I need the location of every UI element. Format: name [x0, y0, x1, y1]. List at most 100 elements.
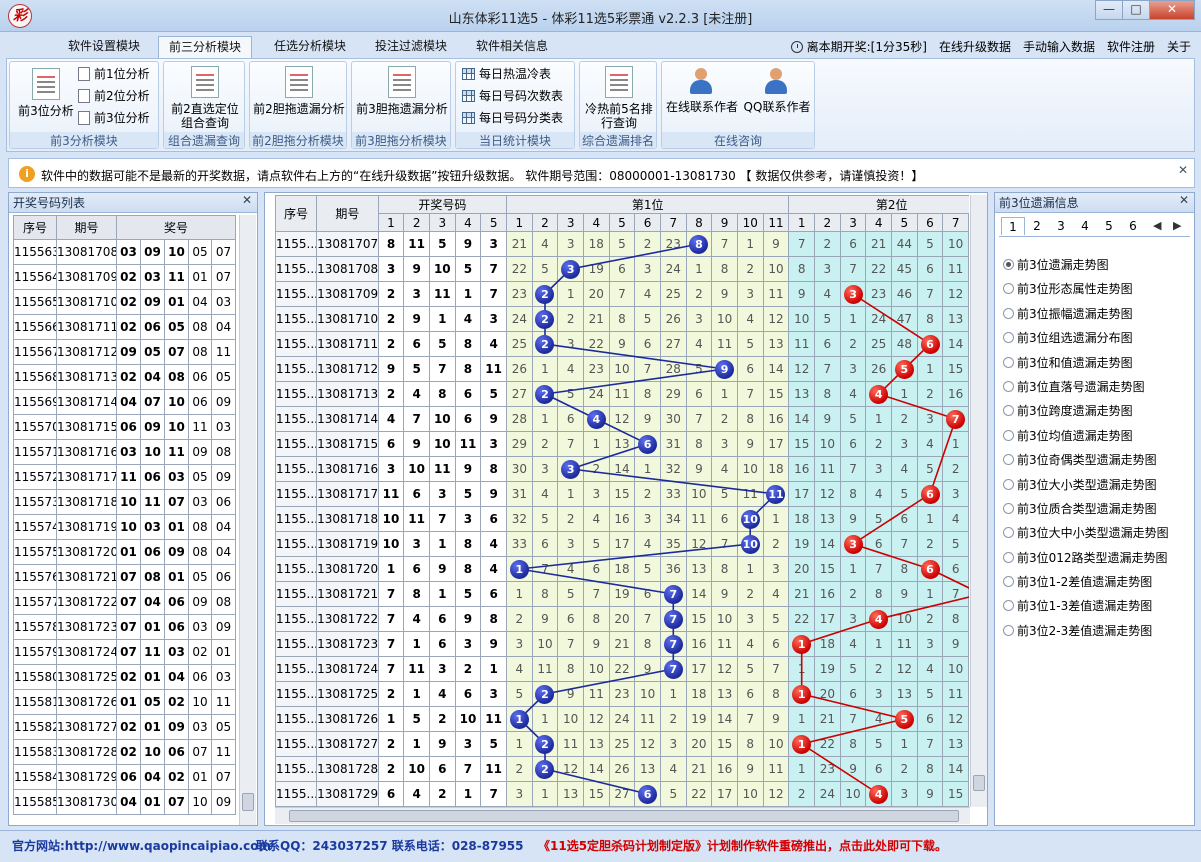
promo-link[interactable]: 《11选5定胆杀码计划制定版》计划制作软件重磅推出，点击此处即可下载。	[538, 837, 947, 854]
table-row[interactable]: 115582 13081727 02 01 09 03 05	[13, 714, 237, 740]
trend-row[interactable]: 1155... 13081707 8 11 5 9 3 21 4 3 18 5 2 23 8 7 1 9 7 2 6 21…	[275, 231, 969, 257]
trend-row[interactable]: 1155... 13081717 11 6 3 5 9 31 4 1 3 15 2 33 10 5 11 11 17…	[275, 481, 969, 507]
daily-hot-cold-button[interactable]: 每日热温冷表	[462, 64, 551, 84]
tab-software-settings[interactable]: 软件设置模块	[58, 36, 150, 58]
omission-chart-option[interactable]: 前3位质合类型遗漏走势图	[1003, 497, 1169, 521]
table-row[interactable]: 115571 13081716 03 10 11 09 08	[13, 439, 237, 465]
manual-input-link[interactable]: 手动输入数据	[1023, 38, 1095, 55]
omission-tab-1[interactable]: 1	[1001, 217, 1025, 235]
notice-close-icon[interactable]: ✕	[1178, 163, 1188, 177]
radio-icon[interactable]	[1003, 624, 1014, 636]
radio-icon[interactable]	[1003, 380, 1014, 392]
radio-icon[interactable]	[1003, 478, 1014, 490]
omission-chart-option[interactable]: 前3位2-3差值遗漏走势图	[1003, 619, 1169, 643]
tab-scroll-right-icon[interactable]: ▶	[1173, 219, 1181, 232]
trend-row[interactable]: 1155... 13081711 2 6 5 8 4 25 2 3 22 9 6 27 4 11 5 13 11 6 2…	[275, 331, 969, 357]
table-row[interactable]: 115565 13081710 02 09 01 04 03	[13, 289, 237, 315]
trend-row[interactable]: 1155... 13081723 7 1 6 3 9 3 10 7 9 21 8 7 16 11 4 6 1 18 4 1…	[275, 631, 969, 657]
trend-row[interactable]: 1155... 13081709 2 3 11 1 7 23 2 1 20 7 4 25 2 9 3 11 9 4 3 2…	[275, 281, 969, 307]
table-row[interactable]: 115563 13081708 03 09 10 05 07	[13, 239, 237, 265]
table-row[interactable]: 115580 13081725 02 01 04 06 03	[13, 664, 237, 690]
scroll-thumb[interactable]	[973, 775, 985, 791]
omission-tab-2[interactable]: 2	[1025, 217, 1049, 235]
pos1-analysis-button[interactable]: 前1位分析	[78, 64, 150, 84]
trend-row[interactable]: 1155... 13081719 10 3 1 8 4 33 6 3 5 17 4 35 12 7 10 2 19 1…	[275, 531, 969, 557]
trend-row[interactable]: 1155... 13081716 3 10 11 9 8 30 3 3 2 14 1 32 9 4 10 18 16…	[275, 456, 969, 482]
radio-icon[interactable]	[1003, 307, 1014, 319]
tab-top3-analysis[interactable]: 前三分析模块	[158, 36, 253, 58]
trend-row[interactable]: 1155... 13081725 2 1 4 6 3 5 2 9 11 23 10 1 18 13 6 8 1 20 6…	[275, 681, 969, 707]
table-row[interactable]: 115575 13081720 01 06 09 08 04	[13, 539, 237, 565]
table-row[interactable]: 115576 13081721 07 08 01 05 06	[13, 564, 237, 590]
trend-row[interactable]: 1155... 13081713 2 4 8 6 5 27 2 5 24 11 8 29 6 1 7 15 13 8 4…	[275, 381, 969, 407]
table-row[interactable]: 115583 13081728 02 10 06 07 11	[13, 739, 237, 765]
hot-cold-ranking-button[interactable]: 冷热前5名排行查询	[583, 66, 655, 130]
website-link[interactable]: 官方网站:http://www.qaopincaipiao.com	[12, 837, 271, 854]
top3-analysis-button[interactable]: 前3位分析	[10, 68, 82, 118]
omission-chart-option[interactable]: 前3位组选遗漏分布图	[1003, 326, 1169, 350]
scroll-thumb[interactable]	[242, 793, 254, 811]
omission-tab-6[interactable]: 6	[1121, 217, 1145, 235]
online-upgrade-link[interactable]: 在线升级数据	[939, 38, 1011, 55]
omission-tab-3[interactable]: 3	[1049, 217, 1073, 235]
radio-icon[interactable]	[1003, 454, 1014, 466]
maximize-button[interactable]: □	[1122, 0, 1150, 20]
trend-row[interactable]: 1155... 13081715 6 9 10 11 3 29 2 7 1 13 6 31 8 3 9 17 15 1…	[275, 431, 969, 457]
minimize-button[interactable]: —	[1095, 0, 1123, 20]
trend-row[interactable]: 1155... 13081720 1 6 9 8 4 1 7 4 6 18 5 36 13 8 1 3 20 15 1 7…	[275, 556, 969, 582]
panel-close-icon[interactable]: ✕	[1179, 193, 1189, 207]
pos2-analysis-button[interactable]: 前2位分析	[78, 86, 150, 106]
column-header-period[interactable]: 期号	[56, 215, 117, 240]
omission-chart-option[interactable]: 前3位奇偶类型遗漏走势图	[1003, 448, 1169, 472]
top3-dantuo-button[interactable]: 前3胆拖遗漏分析	[354, 66, 450, 116]
about-link[interactable]: 关于	[1167, 38, 1191, 55]
table-row[interactable]: 115564 13081709 02 03 11 01 07	[13, 264, 237, 290]
table-row[interactable]: 115572 13081717 11 06 03 05 09	[13, 464, 237, 490]
qq-contact-button[interactable]: QQ联系作者	[740, 66, 814, 114]
daily-count-button[interactable]: 每日号码次数表	[462, 86, 563, 106]
trend-row[interactable]: 1155... 13081710 2 9 1 4 3 24 2 2 21 8 5 26 3 10 4 12 10 5 1…	[275, 306, 969, 332]
trend-row[interactable]: 1155... 13081718 10 11 7 3 6 32 5 2 4 16 3 34 11 6 10 1 18…	[275, 506, 969, 532]
table-row[interactable]: 115568 13081713 02 04 08 06 05	[13, 364, 237, 390]
table-row[interactable]: 115570 13081715 06 09 10 11 03	[13, 414, 237, 440]
tab-scroll-left-icon[interactable]: ◀	[1153, 219, 1161, 232]
omission-tab-4[interactable]: 4	[1073, 217, 1097, 235]
trend-row[interactable]: 1155... 13081729 6 4 2 1 7 3 1 13 15 27 6 5 22 17 10 12 2 2…	[275, 781, 969, 807]
tab-any-analysis[interactable]: 任选分析模块	[264, 36, 356, 58]
table-row[interactable]: 115578 13081723 07 01 06 03 09	[13, 614, 237, 640]
contact-author-button[interactable]: 在线联系作者	[664, 66, 740, 114]
top2-combo-query-button[interactable]: 前2直选定位组合查询	[169, 66, 241, 130]
table-row[interactable]: 115584 13081729 06 04 02 01 07	[13, 764, 237, 790]
trend-row[interactable]: 1155... 13081728 2 10 6 7 11 2 2 12 14 26 13 4 21 16 9 11…	[275, 756, 969, 782]
radio-icon[interactable]	[1003, 551, 1014, 563]
table-row[interactable]: 115567 13081712 09 05 07 08 11	[13, 339, 237, 365]
trend-row[interactable]: 1155... 13081727 2 1 9 3 5 1 2 11 13 25 12 3 20 15 8 10 1 2…	[275, 731, 969, 757]
radio-icon[interactable]	[1003, 356, 1014, 368]
register-link[interactable]: 软件注册	[1107, 38, 1155, 55]
trend-row[interactable]: 1155... 13081722 7 4 6 9 8 2 9 6 8 20 7 7 15 10 3 5 22 17 3 4…	[275, 606, 969, 632]
omission-chart-option[interactable]: 前3位1-3差值遗漏走势图	[1003, 594, 1169, 618]
close-button[interactable]: ✕	[1149, 0, 1195, 20]
tab-software-info[interactable]: 软件相关信息	[466, 36, 558, 58]
trend-row[interactable]: 1155... 13081721 7 8 1 5 6 1 8 5 7 19 6 7 14 9 2 4 21 16 2 8 9…	[275, 581, 969, 607]
omission-chart-option[interactable]: 前3位振幅遗漏走势图	[1003, 302, 1169, 326]
omission-chart-option[interactable]: 前3位形态属性走势图	[1003, 277, 1169, 301]
table-row[interactable]: 115566 13081711 02 06 05 08 04	[13, 314, 237, 340]
radio-icon[interactable]	[1003, 429, 1014, 441]
omission-chart-option[interactable]: 前3位遗漏走势图	[1003, 253, 1169, 277]
radio-icon[interactable]	[1003, 527, 1014, 539]
trend-row[interactable]: 1155... 13081726 1 5 2 10 11 1 1 10 12 24 11 2 19 14 7 9 1…	[275, 706, 969, 732]
trend-vertical-scrollbar[interactable]	[970, 195, 987, 807]
radio-icon[interactable]	[1003, 576, 1014, 588]
pos3-analysis-button[interactable]: 前3位分析	[78, 108, 150, 128]
daily-category-button[interactable]: 每日号码分类表	[462, 108, 563, 128]
trend-row[interactable]: 1155... 13081708 3 9 10 5 7 22 5 3 19 6 3 24 1 8 2 10 8 3 7 2…	[275, 256, 969, 282]
table-row[interactable]: 115579 13081724 07 11 03 02 01	[13, 639, 237, 665]
omission-chart-option[interactable]: 前3位012路类型遗漏走势图	[1003, 546, 1169, 570]
omission-chart-option[interactable]: 前3位大小类型遗漏走势图	[1003, 473, 1169, 497]
top2-dantuo-button[interactable]: 前2胆拖遗漏分析	[252, 66, 346, 116]
omission-chart-option[interactable]: 前3位直落号遗漏走势图	[1003, 375, 1169, 399]
table-row[interactable]: 115569 13081714 04 07 10 06 09	[13, 389, 237, 415]
radio-icon[interactable]	[1003, 259, 1014, 270]
draw-list-scrollbar[interactable]	[239, 215, 256, 825]
